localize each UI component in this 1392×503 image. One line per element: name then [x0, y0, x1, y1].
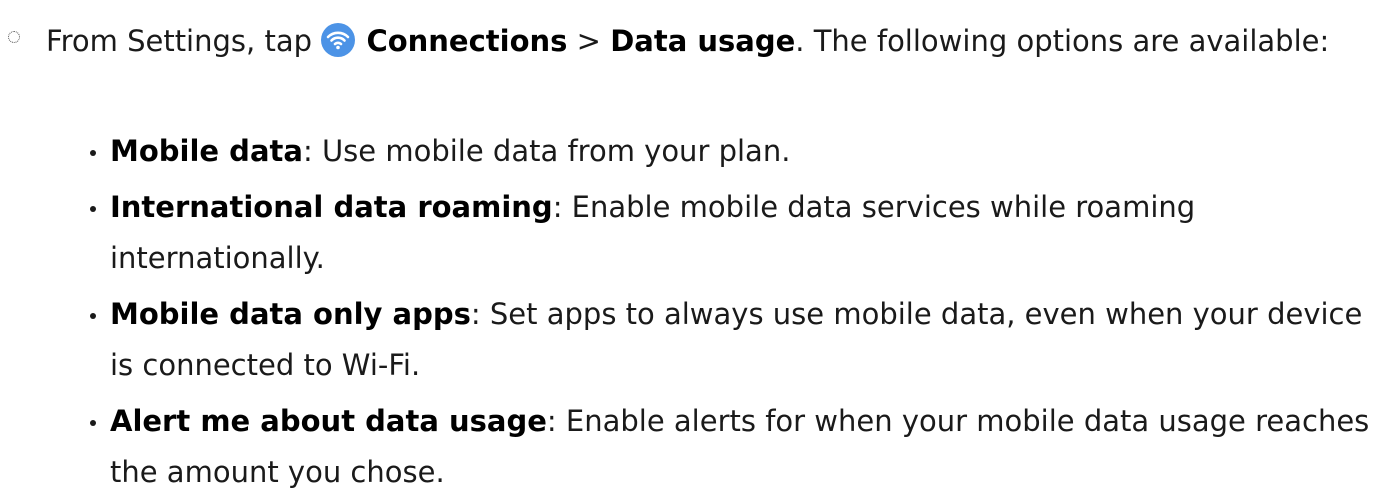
data-usage-label: Data usage	[610, 24, 796, 58]
instruction-step: From Settings, tap Connections > Data us…	[0, 0, 1366, 67]
list-item: Alert me about data usage: Enable alerts…	[90, 396, 1380, 498]
intro-prefix: From Settings, tap	[46, 24, 322, 58]
option-title: International data roaming	[110, 190, 553, 224]
bullet-dot-icon	[90, 313, 96, 319]
breadcrumb-separator: >	[567, 24, 611, 58]
step-bullet-icon	[8, 31, 20, 43]
option-title: Mobile data	[110, 134, 303, 168]
bullet-dot-icon	[90, 420, 96, 426]
connections-label: Connections	[366, 24, 568, 58]
option-title: Alert me about data usage	[110, 404, 547, 438]
options-list: Mobile data: Use mobile data from your p…	[90, 126, 1380, 503]
list-item: International data roaming: Enable mobil…	[90, 182, 1380, 284]
bullet-dot-icon	[90, 206, 96, 212]
document: From Settings, tap Connections > Data us…	[0, 0, 1392, 499]
bullet-dot-icon	[90, 150, 96, 156]
wifi-icon	[321, 23, 356, 57]
option-description: : Use mobile data from your plan.	[302, 134, 791, 168]
option-title: Mobile data only apps	[110, 297, 471, 331]
list-item: Mobile data: Use mobile data from your p…	[90, 126, 1380, 177]
list-item: Mobile data only apps: Set apps to alway…	[90, 289, 1380, 391]
intro-suffix: . The following options are available:	[795, 24, 1330, 58]
